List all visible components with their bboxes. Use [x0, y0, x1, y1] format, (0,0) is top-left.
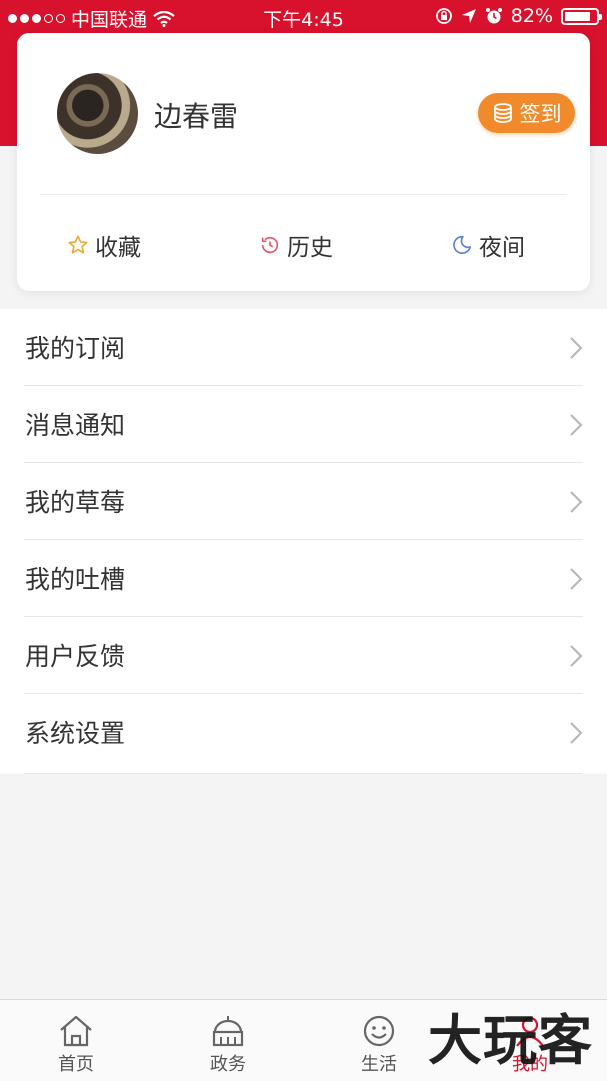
quick-action-label: 收藏: [95, 235, 141, 261]
menu-item-label: 我的草莓: [25, 488, 126, 517]
menu-item-complaints[interactable]: 我的吐槽: [24, 540, 583, 617]
battery-icon: [561, 7, 602, 25]
government-building-icon: [212, 1016, 244, 1047]
location-arrow-icon: [461, 9, 476, 23]
home-icon: [60, 1015, 92, 1047]
watermark-logo: 大玩客: [428, 1008, 593, 1072]
menu-item-feedback[interactable]: 用户反馈: [24, 617, 583, 694]
quick-action-favorites[interactable]: 收藏: [67, 228, 141, 262]
quick-action-night-mode[interactable]: 夜间: [451, 228, 525, 262]
star-icon: [68, 235, 88, 254]
settings-menu: 我的订阅 消息通知 我的草莓 我的吐槽 用户反馈 系统设置: [0, 309, 607, 774]
coin-stack-icon: [493, 103, 512, 123]
card-divider: [40, 194, 567, 195]
smiley-face-icon: [363, 1015, 395, 1047]
chevron-right-icon: [570, 491, 583, 513]
menu-item-label: 用户反馈: [25, 642, 126, 671]
quick-action-label: 夜间: [479, 235, 525, 261]
menu-item-settings[interactable]: 系统设置: [24, 694, 583, 774]
chevron-right-icon: [570, 722, 583, 744]
tab-home[interactable]: 首页: [16, 1000, 136, 1081]
rotation-lock-icon: [435, 8, 452, 24]
alarm-icon: [485, 8, 502, 24]
tab-label: 生活: [361, 1054, 397, 1075]
quick-actions: 收藏 历史 夜间: [17, 228, 590, 262]
quick-action-history[interactable]: 历史: [259, 228, 333, 262]
chevron-right-icon: [570, 568, 583, 590]
username[interactable]: 边春雷: [154, 95, 238, 135]
chevron-right-icon: [570, 645, 583, 667]
tab-label: 首页: [58, 1054, 94, 1075]
menu-item-label: 系统设置: [25, 719, 126, 748]
avatar[interactable]: [57, 73, 138, 154]
menu-item-strawberries[interactable]: 我的草莓: [24, 463, 583, 540]
menu-item-subscriptions[interactable]: 我的订阅: [24, 309, 583, 386]
quick-action-label: 历史: [287, 235, 333, 261]
chevron-right-icon: [570, 414, 583, 436]
profile-card: 边春雷 签到 收藏 历史 夜间: [17, 33, 590, 291]
clock-icon: [261, 236, 279, 254]
chevron-right-icon: [570, 337, 583, 359]
moon-icon: [453, 235, 472, 255]
tab-label: 政务: [210, 1054, 246, 1075]
status-bar: 中国联通 下午4:45 82%: [0, 0, 607, 34]
tab-government[interactable]: 政务: [168, 1000, 288, 1081]
menu-item-label: 我的订阅: [25, 334, 126, 363]
menu-item-notifications[interactable]: 消息通知: [24, 386, 583, 463]
battery-percent: 82%: [510, 5, 553, 27]
checkin-label: 签到: [519, 102, 562, 126]
menu-item-label: 消息通知: [25, 411, 126, 440]
tab-life[interactable]: 生活: [319, 1000, 439, 1081]
menu-item-label: 我的吐槽: [25, 565, 126, 594]
checkin-button[interactable]: 签到: [478, 93, 575, 133]
